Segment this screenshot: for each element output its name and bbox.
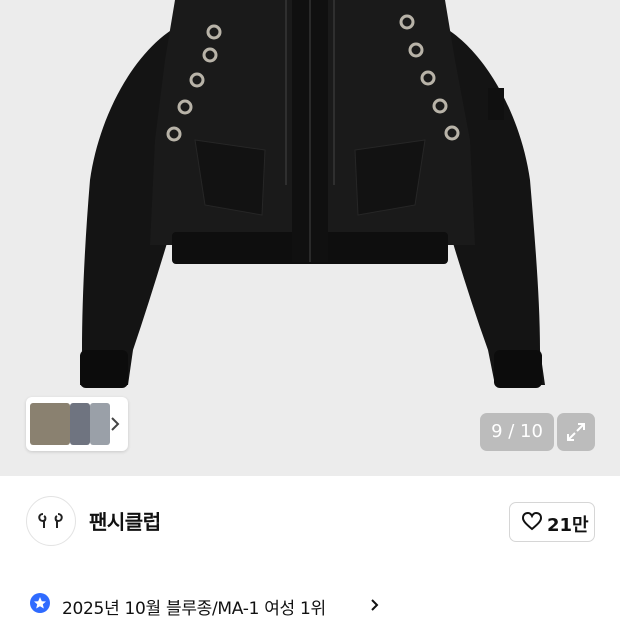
like-count: 21만	[547, 515, 589, 536]
thumbnail-1[interactable]	[30, 403, 70, 445]
like-button[interactable]: 21만	[509, 502, 595, 542]
image-counter: 9 / 10	[480, 413, 554, 451]
chevron-right-icon[interactable]	[370, 598, 380, 612]
shop-logo[interactable]	[26, 496, 76, 546]
product-image-gallery[interactable]: 9 / 10	[0, 0, 620, 476]
ranking-text[interactable]: 2025년 10월 블루종/MA-1 여성 1위	[62, 594, 326, 619]
fancy-club-logo	[38, 513, 63, 528]
thumbnail-strip[interactable]	[26, 397, 128, 451]
heart-outline-icon	[522, 512, 542, 531]
thumbnail-2[interactable]	[70, 403, 90, 445]
expand-icon	[567, 423, 585, 441]
thumbnail-3[interactable]	[90, 403, 110, 445]
chevron-right-icon[interactable]	[108, 414, 122, 434]
expand-button[interactable]	[557, 413, 595, 451]
shop-row[interactable]: 팬시클럽 21만	[0, 476, 620, 566]
ranking-badge-icon	[30, 593, 50, 613]
ranking-row[interactable]: 2025년 10월 블루종/MA-1 여성 1위	[0, 590, 620, 620]
shop-name[interactable]: 팬시클럽	[89, 506, 161, 535]
